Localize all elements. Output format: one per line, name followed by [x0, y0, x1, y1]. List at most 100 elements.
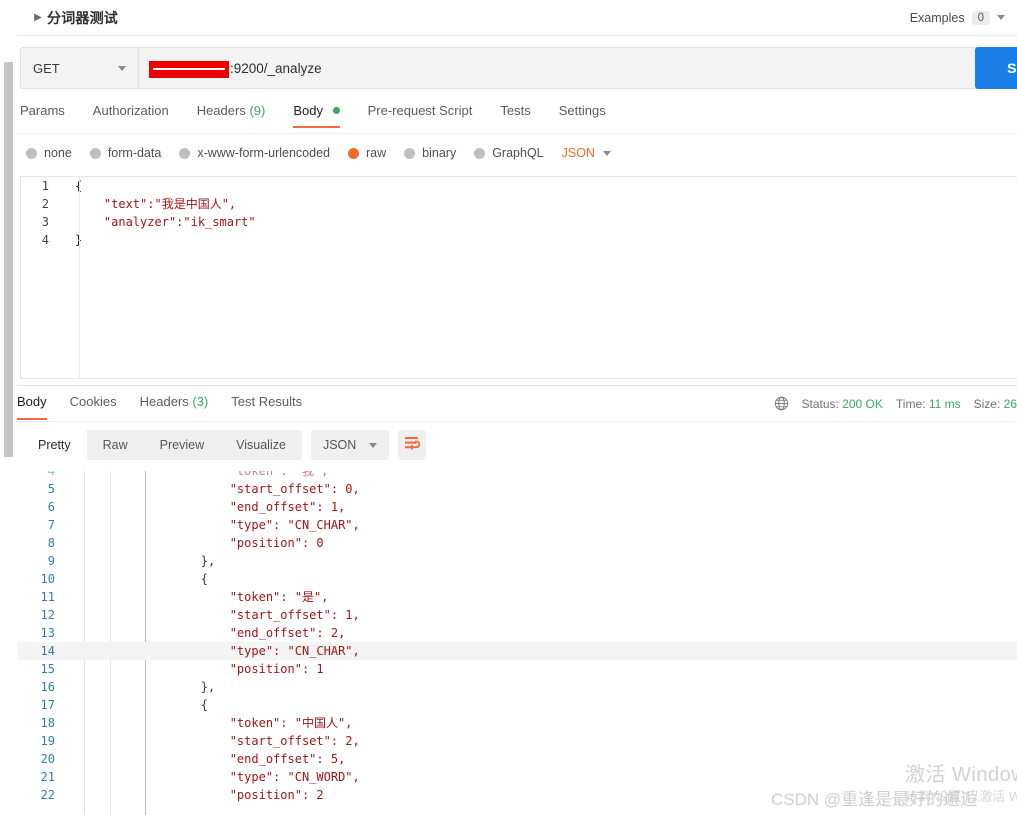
body-type-urlencoded[interactable]: x-www-form-urlencoded [179, 146, 330, 160]
chevron-down-icon[interactable] [369, 442, 378, 448]
triangle-right-icon[interactable]: ▶ [31, 12, 45, 23]
radio-icon[interactable] [89, 147, 101, 159]
line-number: 14 [40, 644, 55, 658]
response-code-line: 17 { [17, 696, 1017, 714]
response-code-line: 19 "start_offset": 2, [17, 732, 1017, 750]
page-scrollbar-thumb[interactable] [4, 62, 13, 457]
tab-headers[interactable]: Headers (9) [197, 100, 280, 128]
response-format-select[interactable]: JSON [310, 430, 390, 460]
body-type-none[interactable]: none [26, 146, 72, 160]
tab-settings[interactable]: Settings [559, 100, 620, 128]
send-button[interactable]: Sen [975, 47, 1017, 89]
tab-tests[interactable]: Tests [500, 100, 544, 128]
indent-gap [93, 714, 143, 732]
line-content: "position": 1 [143, 662, 324, 676]
fold-gap [67, 786, 93, 804]
indent-gap [93, 642, 143, 660]
radio-selected-icon[interactable] [348, 147, 359, 159]
line-number: 4 [41, 233, 49, 247]
word-wrap-icon [404, 436, 421, 455]
word-wrap-button[interactable] [398, 430, 427, 460]
raw-format-value: JSON [561, 146, 595, 160]
view-mode-raw[interactable]: Raw [87, 430, 144, 460]
response-body-viewer[interactable]: 4 "token": "我", 5 "start_offset": 0, 6 "… [17, 462, 1017, 815]
tabs-divider [17, 133, 1017, 134]
line-content: "position": 0 [143, 536, 324, 550]
request-body-editor[interactable]: 1 { 2 "text":"我是中国人", 3 "analyzer":"ik_s… [20, 176, 1017, 379]
response-tab-test-results[interactable]: Test Results [231, 392, 302, 420]
body-type-raw[interactable]: raw [348, 146, 386, 160]
indent-gap [93, 696, 143, 714]
view-mode-pretty[interactable]: Pretty [22, 430, 87, 460]
body-present-dot-icon [332, 107, 340, 114]
tab-body[interactable]: Body [293, 100, 353, 128]
response-top-clip [17, 462, 1017, 471]
tab-authorization[interactable]: Authorization [93, 100, 183, 128]
view-mode-preview[interactable]: Preview [144, 430, 220, 460]
line-number: 16 [40, 680, 55, 694]
response-tabs-divider [17, 421, 1017, 422]
examples-control[interactable]: Examples 0 [910, 10, 1017, 25]
fold-gap [67, 642, 93, 660]
fold-gap [67, 732, 93, 750]
fold-gap [67, 516, 93, 534]
tab-label: Cookies [69, 394, 117, 409]
fold-gap [67, 696, 93, 714]
response-divider [17, 385, 1017, 386]
view-mode-visualize[interactable]: Visualize [220, 430, 302, 460]
body-type-label: x-www-form-urlencoded [197, 146, 330, 160]
tab-label: Settings [558, 103, 606, 118]
fold-gap [67, 606, 93, 624]
tab-label: Params [20, 103, 65, 118]
response-code-line: 9 }, [17, 552, 1017, 570]
chevron-down-icon[interactable] [118, 65, 126, 71]
tab-pre-request-script[interactable]: Pre-request Script [368, 100, 487, 128]
response-tab-cookies[interactable]: Cookies [70, 392, 117, 420]
raw-format-select[interactable]: JSON [562, 146, 611, 160]
indent-gap [93, 516, 143, 534]
line-number: 5 [47, 482, 55, 496]
line-number: 17 [40, 698, 55, 712]
radio-icon[interactable] [474, 147, 486, 159]
body-type-label: GraphQL [492, 146, 544, 160]
request-url-input[interactable]: :9200/_analyze [138, 47, 983, 89]
body-type-binary[interactable]: binary [404, 146, 456, 160]
indent-gap [93, 570, 143, 588]
code-line: 4 } [21, 231, 1017, 249]
response-status-strip: Status: 200 OK Time: 11 ms Size: 26 [774, 396, 1017, 411]
line-content: "start_offset": 2, [143, 734, 360, 748]
line-content: "type": "CN_WORD", [143, 770, 360, 784]
indent-gap [93, 660, 143, 678]
radio-icon[interactable] [179, 147, 191, 159]
line-number: 19 [40, 734, 55, 748]
line-number: 22 [40, 788, 55, 802]
tab-count: (3) [192, 394, 209, 409]
chevron-down-icon[interactable] [997, 15, 1005, 20]
body-type-label: raw [366, 146, 387, 160]
status-label: Status: [801, 396, 839, 411]
response-code-line: 6 "end_offset": 1, [17, 498, 1017, 516]
line-content: "end_offset": 5, [143, 752, 346, 766]
fold-gap [67, 660, 93, 678]
line-number: 18 [40, 716, 55, 730]
body-type-form-data[interactable]: form-data [89, 146, 161, 160]
response-tab-headers[interactable]: Headers (3) [140, 392, 209, 420]
tab-label: Body [293, 103, 323, 118]
line-content: { [143, 572, 209, 586]
radio-icon[interactable] [26, 147, 37, 159]
request-url-text: :9200/_analyze [230, 60, 322, 76]
redacted-host-icon [149, 60, 229, 78]
chevron-down-icon[interactable] [602, 150, 611, 156]
page-scrollbar[interactable] [0, 0, 16, 815]
tab-params[interactable]: Params [20, 100, 79, 128]
fold-gap [67, 624, 93, 642]
http-method-select[interactable]: GET [20, 47, 138, 89]
tab-label: Test Results [231, 394, 303, 409]
body-type-graphql[interactable]: GraphQL [474, 146, 544, 160]
indent-gap [93, 768, 143, 786]
fold-gap [67, 678, 93, 696]
response-tab-body[interactable]: Body [17, 392, 47, 420]
line-number: 12 [40, 608, 55, 622]
radio-icon[interactable] [404, 147, 416, 159]
indent-gap [93, 786, 143, 804]
